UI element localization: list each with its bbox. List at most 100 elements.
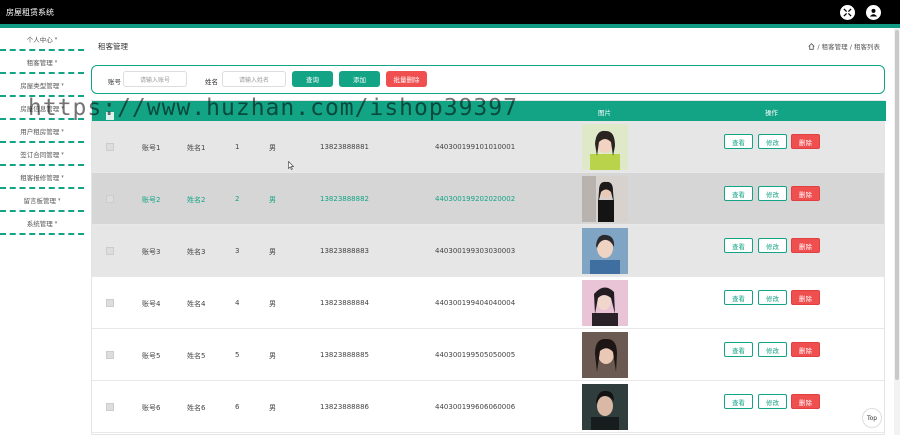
cell-number: 1 [235,143,240,151]
tenant-photo [582,124,628,170]
edit-button[interactable]: 修改 [758,394,787,409]
view-button[interactable]: 查看 [724,394,753,409]
mouse-cursor-icon [288,161,294,170]
delete-button[interactable]: 删除 [791,394,820,409]
delete-button[interactable]: 删除 [791,238,820,253]
row-checkbox[interactable] [106,143,114,151]
cell-number: 4 [235,299,240,307]
page-scrollbar[interactable] [894,28,900,435]
chevron-down-icon: ▾ [61,127,64,134]
sidebar-item-label: 签订合同管理 [20,150,60,159]
edit-button[interactable]: 修改 [758,186,787,201]
tenant-photo [582,332,628,378]
edit-button[interactable]: 修改 [758,342,787,357]
table-row[interactable]: 账号3 姓名3 3 男 13823888883 4403001993030300… [92,225,884,277]
cell-id-number: 440300199202020002 [435,195,516,203]
row-checkbox[interactable] [106,247,114,255]
row-checkbox[interactable] [106,299,114,307]
cell-gender: 男 [269,144,276,152]
page-header: 租客管理 / 租客管理 / 租客列表 [90,36,890,56]
back-to-top-button[interactable]: Top [862,408,882,428]
row-checkbox[interactable] [106,195,114,203]
cell-account: 账号1 [142,144,161,152]
view-button[interactable]: 查看 [724,290,753,305]
cell-id-number: 440300199505050005 [435,351,516,359]
view-button[interactable]: 查看 [724,342,753,357]
edit-button[interactable]: 修改 [758,134,787,149]
header-ops: 操作 [765,109,778,117]
user-button[interactable] [866,5,881,20]
chevron-down-icon: ▾ [54,35,58,42]
sidebar-item-house-types[interactable]: 房屋类型管理 ▾ [0,74,84,97]
sidebar-item-label: 租客报修管理 [20,173,60,182]
sidebar-item-house-info[interactable]: 房屋信息管理 ▾ [0,97,84,120]
sidebar-item-message-board[interactable]: 留言板管理 ▾ [0,189,84,212]
chevron-down-icon: ▾ [57,196,61,203]
search-form: 账号 请输入账号 姓名 请输入姓名 查询 添加 批量删除 [91,65,885,94]
cell-phone: 13823888882 [320,195,369,203]
delete-button[interactable]: 删除 [791,290,820,305]
edit-button[interactable]: 修改 [758,290,787,305]
cell-phone: 13823888886 [320,403,369,411]
app-title: 房屋租赁系统 [6,8,54,17]
top-bar: 房屋租赁系统 [0,0,900,24]
delete-button[interactable]: 删除 [791,342,820,357]
view-button[interactable]: 查看 [724,186,753,201]
cell-id-number: 440300199303030003 [435,247,516,255]
delete-button[interactable]: 删除 [791,186,820,201]
view-button[interactable]: 查看 [724,134,753,149]
delete-button[interactable]: 删除 [791,134,820,149]
row-checkbox[interactable] [106,403,114,411]
sidebar-item-label: 房屋类型管理 [20,81,60,90]
chevron-down-icon: ▾ [61,104,64,111]
edit-button[interactable]: 修改 [758,238,787,253]
cell-phone: 13823888883 [320,247,369,255]
cell-number: 6 [235,403,240,411]
cell-name: 姓名1 [187,144,206,152]
add-button[interactable]: 添加 [339,71,380,87]
account-label: 账号 [108,78,121,86]
cell-gender: 男 [269,300,276,308]
sidebar-item-label: 系统管理 [26,219,53,228]
cell-id-number: 440300199606060006 [435,403,516,411]
table-row[interactable]: 账号6 姓名6 6 男 13823888886 4403001996060600… [92,381,884,433]
scrollbar-thumb[interactable] [895,30,899,380]
name-label: 姓名 [205,78,218,86]
sidebar-item-repairs[interactable]: 租客报修管理 ▾ [0,166,84,189]
tenant-photo [582,280,628,326]
table-row[interactable]: 账号1 姓名1 1 男 13823888881 4403001991010100… [92,121,884,173]
tenant-table: 图片 操作 账号1 姓名1 1 男 13823888881 4403001991… [91,100,886,435]
cell-gender: 男 [269,248,276,256]
cell-account: 账号5 [142,352,161,360]
table-header: 图片 操作 [92,101,886,121]
table-row[interactable]: 账号5 姓名5 5 男 13823888885 4403001995050500… [92,329,884,381]
table-row[interactable]: 账号4 姓名4 4 男 13823888884 4403001994040400… [92,277,884,329]
cell-name: 姓名2 [187,196,206,204]
table-row[interactable]: 账号2 姓名2 2 男 13823888882 4403001992020200… [92,173,884,225]
query-button[interactable]: 查询 [292,71,333,87]
sidebar-item-system[interactable]: 系统管理 ▾ [0,212,84,235]
tenant-photo [582,176,628,222]
chevron-down-icon: ▾ [54,219,58,226]
cell-number: 3 [235,247,240,255]
tenant-photo [582,384,628,430]
chevron-down-icon: ▾ [54,58,58,65]
cell-gender: 男 [269,352,276,360]
cell-gender: 男 [269,404,276,412]
row-checkbox[interactable] [106,351,114,359]
name-input[interactable]: 请输入姓名 [222,71,286,87]
sidebar-item-tenants[interactable]: 租客管理 ▾ [0,51,84,74]
page-title: 租客管理 [98,42,128,51]
cell-number: 2 [235,195,240,203]
cell-account: 账号4 [142,300,161,308]
fullscreen-button[interactable] [840,5,855,20]
batch-delete-button[interactable]: 批量删除 [386,71,427,87]
sidebar-item-personal-center[interactable]: 个人中心 ▾ [0,28,84,51]
sidebar-item-contracts[interactable]: 签订合同管理 ▾ [0,143,84,166]
sidebar-item-user-rentals[interactable]: 用户租房管理 ▾ [0,120,84,143]
tenant-photo [582,228,628,274]
expand-icon [843,8,852,17]
account-input[interactable]: 请输入账号 [123,71,187,87]
view-button[interactable]: 查看 [724,238,753,253]
user-icon [869,8,878,17]
